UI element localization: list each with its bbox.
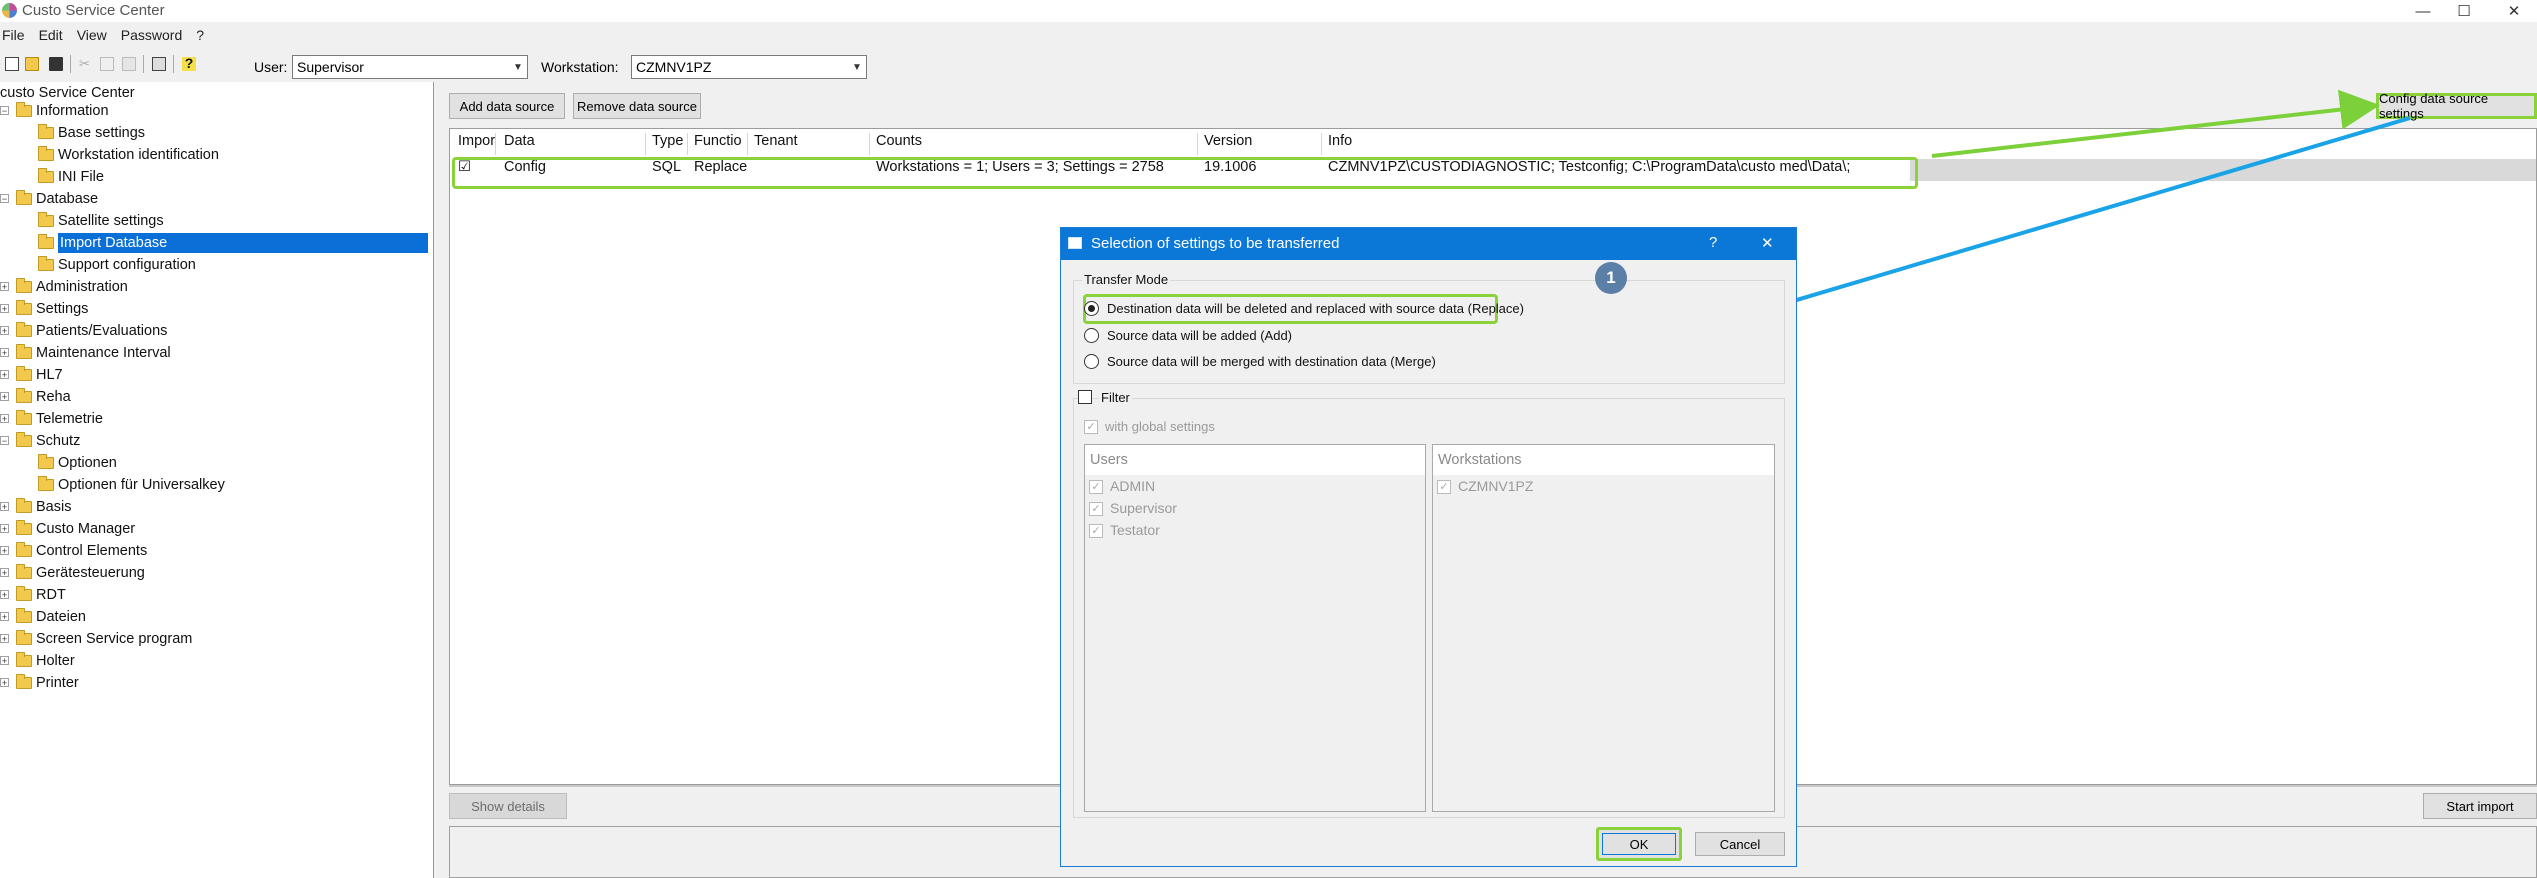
radio-replace[interactable] [1084,301,1099,316]
user-item: Supervisor [1110,500,1177,516]
dialog-help-button[interactable]: ? [1709,234,1717,251]
ok-button[interactable]: OK [1602,833,1676,855]
option-replace-label: Destination data will be deleted and rep… [1107,301,1524,316]
settings-transfer-dialog: Selection of settings to be transferred … [1060,227,1797,867]
dialog-window-icon [1068,237,1082,249]
filter-checkbox[interactable] [1078,390,1092,404]
workstation-checkbox[interactable]: ✓ [1437,480,1451,494]
users-list-header: Users [1085,445,1425,475]
option-merge-label: Source data will be merged with destinat… [1107,354,1436,369]
user-item: Testator [1110,522,1160,538]
cancel-button[interactable]: Cancel [1695,832,1785,856]
dialog-title-bar: Selection of settings to be transferred … [1061,228,1796,260]
user-checkbox[interactable]: ✓ [1089,480,1103,494]
workstations-list-header: Workstations [1433,445,1774,475]
ok-button-highlight[interactable]: OK [1596,827,1682,861]
users-list[interactable]: Users ✓ ADMIN ✓ Supervisor ✓ Testator [1084,444,1426,812]
global-settings-checkbox[interactable]: ✓ [1084,420,1098,434]
workstations-list[interactable]: Workstations ✓ CZMNV1PZ [1432,444,1775,812]
transfer-mode-label: Transfer Mode [1082,272,1171,287]
user-checkbox[interactable]: ✓ [1089,524,1103,538]
global-settings-label: with global settings [1105,419,1215,434]
filter-label: Filter [1099,390,1132,405]
dialog-title: Selection of settings to be transferred [1091,235,1340,252]
radio-merge[interactable] [1084,354,1099,369]
user-checkbox[interactable]: ✓ [1089,502,1103,516]
workstation-item: CZMNV1PZ [1458,478,1534,494]
user-item: ADMIN [1110,478,1156,494]
step-badge: 1 [1595,262,1627,294]
radio-add[interactable] [1084,328,1099,343]
option-add-label: Source data will be added (Add) [1107,328,1293,343]
dialog-close-button[interactable]: ✕ [1761,234,1774,252]
